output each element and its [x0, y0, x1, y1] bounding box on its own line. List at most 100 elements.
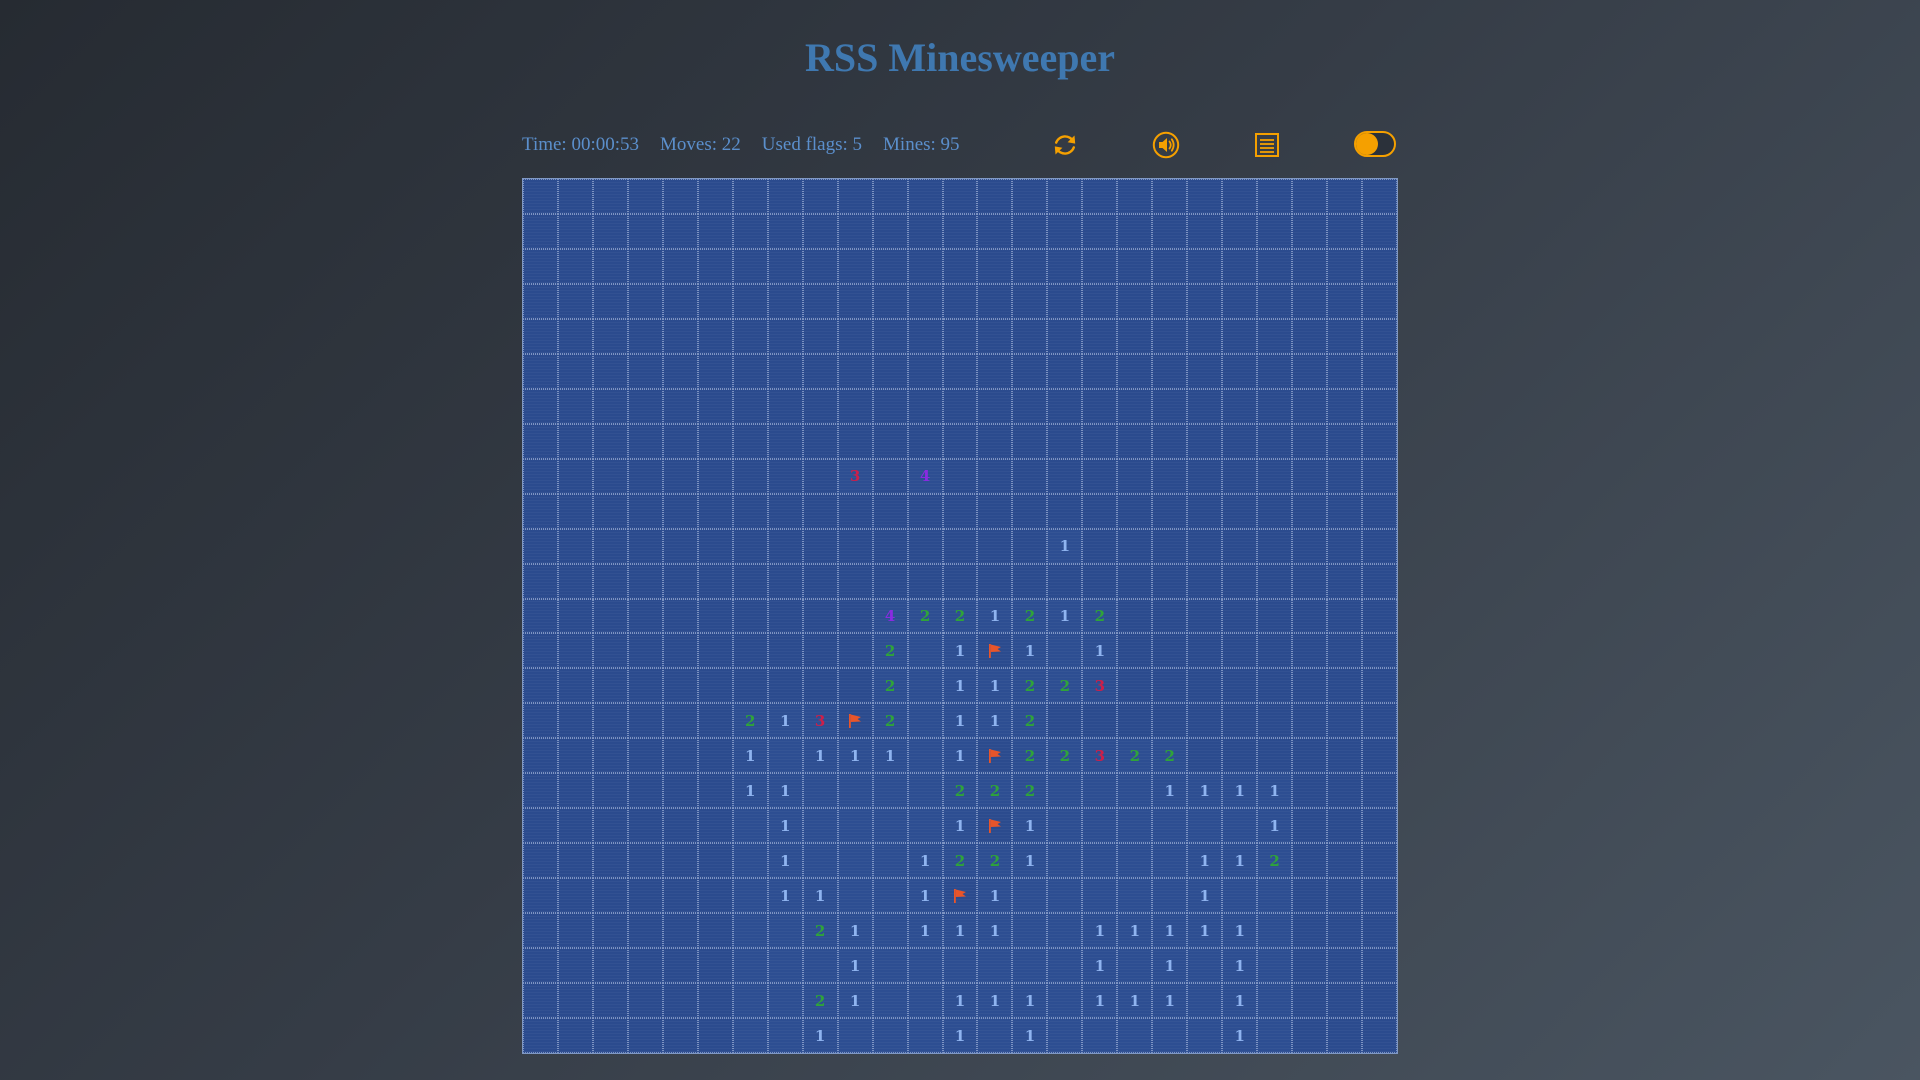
cell-closed[interactable] — [697, 948, 733, 984]
cell-number[interactable]: 1 — [1257, 773, 1293, 809]
cell-closed[interactable] — [1327, 703, 1363, 739]
cell-closed[interactable] — [732, 528, 768, 564]
cell-closed[interactable] — [837, 353, 873, 389]
cell-closed[interactable] — [942, 283, 978, 319]
cell-closed[interactable] — [1292, 388, 1328, 424]
cell-closed[interactable] — [732, 248, 768, 284]
cell-closed[interactable] — [557, 248, 593, 284]
cell-number[interactable]: 1 — [837, 983, 873, 1019]
cell-closed[interactable] — [1117, 248, 1153, 284]
cell-empty[interactable] — [907, 668, 943, 704]
cell-closed[interactable] — [523, 738, 558, 774]
cell-closed[interactable] — [592, 773, 628, 809]
cell-number[interactable]: 1 — [767, 878, 803, 914]
cell-closed[interactable] — [837, 283, 873, 319]
cell-empty[interactable] — [872, 1018, 908, 1053]
cell-closed[interactable] — [1117, 458, 1153, 494]
cell-closed[interactable] — [872, 353, 908, 389]
cell-empty[interactable] — [1257, 948, 1293, 984]
cell-closed[interactable] — [627, 598, 663, 634]
cell-closed[interactable] — [627, 458, 663, 494]
cell-closed[interactable] — [523, 773, 558, 809]
cell-empty[interactable] — [1257, 878, 1293, 914]
cell-closed[interactable] — [1152, 668, 1188, 704]
cell-closed[interactable] — [1257, 703, 1293, 739]
cell-closed[interactable] — [837, 213, 873, 249]
cell-closed[interactable] — [1292, 598, 1328, 634]
cell-closed[interactable] — [1362, 843, 1397, 879]
cell-closed[interactable] — [732, 179, 768, 214]
cell-closed[interactable] — [592, 1018, 628, 1053]
cell-closed[interactable] — [1292, 528, 1328, 564]
cell-closed[interactable] — [557, 179, 593, 214]
cell-closed[interactable] — [1012, 283, 1048, 319]
cell-closed[interactable] — [907, 179, 943, 214]
cell-number[interactable]: 1 — [802, 738, 838, 774]
cell-closed[interactable] — [697, 668, 733, 704]
cell-closed[interactable] — [627, 179, 663, 214]
cell-closed[interactable] — [1257, 388, 1293, 424]
cell-closed[interactable] — [1047, 179, 1083, 214]
cell-closed[interactable] — [1292, 633, 1328, 669]
cell-closed[interactable] — [1117, 703, 1153, 739]
cell-closed[interactable] — [1082, 703, 1118, 739]
cell-closed[interactable] — [523, 1018, 558, 1053]
cell-flagged[interactable] — [977, 808, 1013, 844]
cell-closed[interactable] — [1362, 179, 1397, 214]
cell-empty[interactable] — [732, 1018, 768, 1053]
cell-closed[interactable] — [592, 179, 628, 214]
cell-closed[interactable] — [1362, 913, 1397, 949]
cell-closed[interactable] — [557, 773, 593, 809]
cell-closed[interactable] — [557, 1018, 593, 1053]
cell-empty[interactable] — [907, 983, 943, 1019]
cell-closed[interactable] — [1012, 213, 1048, 249]
cell-closed[interactable] — [662, 318, 698, 354]
cell-closed[interactable] — [732, 353, 768, 389]
cell-closed[interactable] — [697, 458, 733, 494]
cell-empty[interactable] — [1047, 983, 1083, 1019]
cell-closed[interactable] — [1257, 633, 1293, 669]
cell-closed[interactable] — [557, 353, 593, 389]
cell-closed[interactable] — [1292, 738, 1328, 774]
cell-closed[interactable] — [662, 843, 698, 879]
cell-empty[interactable] — [1257, 1018, 1293, 1053]
cell-closed[interactable] — [732, 633, 768, 669]
cell-closed[interactable] — [662, 878, 698, 914]
cell-empty[interactable] — [732, 913, 768, 949]
cell-number[interactable]: 1 — [942, 983, 978, 1019]
cell-empty[interactable] — [767, 913, 803, 949]
cell-closed[interactable] — [697, 283, 733, 319]
cell-empty[interactable] — [767, 983, 803, 1019]
cell-closed[interactable] — [627, 388, 663, 424]
cell-number[interactable]: 1 — [767, 703, 803, 739]
cell-number[interactable]: 2 — [872, 703, 908, 739]
cell-empty[interactable] — [732, 948, 768, 984]
cell-empty[interactable] — [872, 843, 908, 879]
cell-number[interactable]: 1 — [1222, 983, 1258, 1019]
cell-closed[interactable] — [523, 808, 558, 844]
cell-closed[interactable] — [732, 388, 768, 424]
cell-closed[interactable] — [837, 423, 873, 459]
cell-closed[interactable] — [1292, 563, 1328, 599]
cell-empty[interactable] — [1257, 913, 1293, 949]
cell-closed[interactable] — [1082, 318, 1118, 354]
cell-number[interactable]: 1 — [977, 878, 1013, 914]
cell-closed[interactable] — [1362, 878, 1397, 914]
cell-number[interactable]: 1 — [1187, 878, 1223, 914]
cell-closed[interactable] — [767, 248, 803, 284]
cell-number[interactable]: 1 — [1152, 983, 1188, 1019]
cell-number[interactable]: 1 — [942, 1018, 978, 1053]
cell-number[interactable]: 1 — [942, 633, 978, 669]
cell-closed[interactable] — [627, 423, 663, 459]
cell-empty[interactable] — [907, 773, 943, 809]
cell-number[interactable]: 1 — [1012, 808, 1048, 844]
cell-empty[interactable] — [907, 633, 943, 669]
cell-closed[interactable] — [1012, 423, 1048, 459]
cell-empty[interactable] — [1082, 773, 1118, 809]
cell-closed[interactable] — [662, 983, 698, 1019]
cell-closed[interactable] — [802, 598, 838, 634]
cell-empty[interactable] — [1117, 843, 1153, 879]
cell-closed[interactable] — [1187, 703, 1223, 739]
cell-closed[interactable] — [1327, 633, 1363, 669]
cell-closed[interactable] — [1047, 388, 1083, 424]
